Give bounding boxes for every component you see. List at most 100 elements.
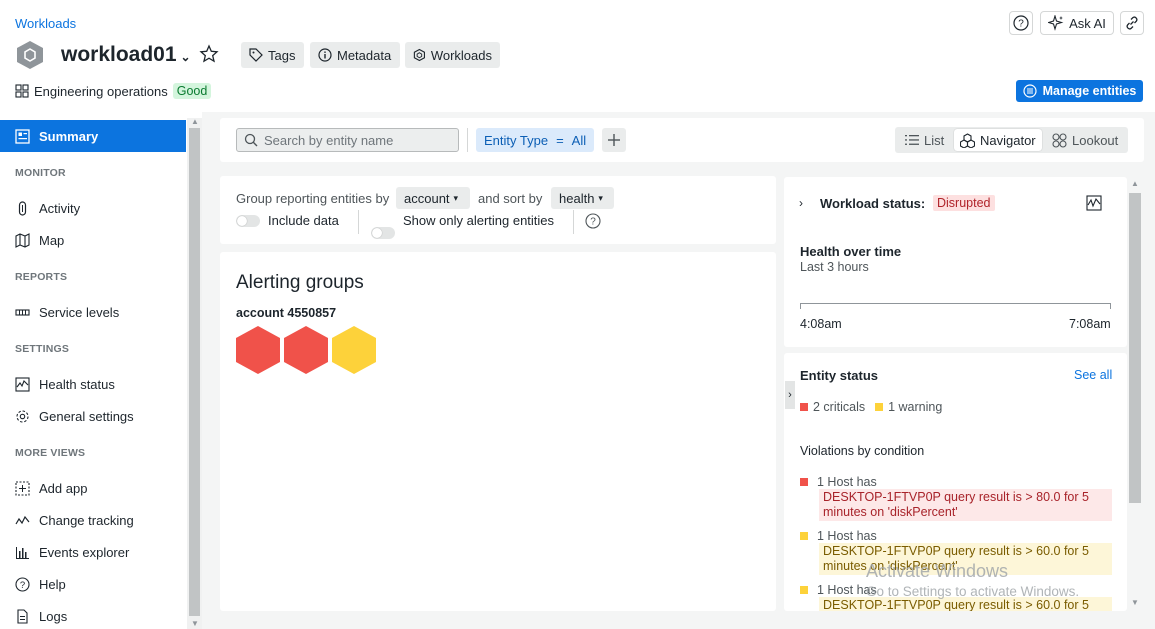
alerting-only-toggle[interactable] bbox=[371, 227, 395, 239]
view-list-button[interactable]: List bbox=[899, 129, 950, 151]
sidebar-label-summary: Summary bbox=[39, 128, 99, 144]
entity-hexagon-critical[interactable] bbox=[284, 326, 328, 374]
breadcrumb-workloads[interactable]: Workloads bbox=[15, 16, 76, 31]
warning-count: 1 warning bbox=[888, 400, 943, 414]
entity-hexagon-critical[interactable] bbox=[236, 326, 280, 374]
violation-message: DESKTOP-1FTVP0P query result is > 60.0 f… bbox=[819, 597, 1112, 611]
watermark-title: Activate Windows bbox=[866, 561, 1009, 581]
warning-swatch bbox=[800, 586, 808, 594]
view-navigator-button[interactable]: Navigator bbox=[954, 129, 1042, 151]
expand-chevron-icon[interactable]: › bbox=[799, 196, 803, 210]
gear-icon bbox=[16, 409, 29, 423]
help-button[interactable]: ? bbox=[1009, 11, 1033, 35]
account-group-label: account 4550857 bbox=[236, 306, 337, 320]
favorite-star-icon[interactable] bbox=[199, 44, 219, 64]
chevron-right-icon: › bbox=[788, 389, 792, 401]
workload-title[interactable]: workload01 ⌄ bbox=[61, 43, 191, 67]
service-levels-icon bbox=[15, 308, 30, 316]
workload-title-text: workload01 bbox=[61, 43, 177, 66]
sidebar-item-general-settings[interactable]: General settings bbox=[0, 400, 186, 432]
violations-title: Violations by condition bbox=[800, 444, 925, 458]
team-status-badge: Good bbox=[172, 83, 212, 99]
sidebar-item-service-levels[interactable]: Service levels bbox=[0, 296, 186, 328]
add-filter-button[interactable] bbox=[602, 128, 626, 152]
bar-chart-icon bbox=[16, 546, 29, 559]
see-all-link[interactable]: See all bbox=[1074, 368, 1112, 382]
health-period: Last 3 hours bbox=[800, 260, 869, 274]
sidebar-item-add-app[interactable]: Add app bbox=[0, 472, 186, 504]
manage-entities-button[interactable]: Manage entities bbox=[1016, 80, 1143, 102]
scroll-down-arrow-icon[interactable]: ▼ bbox=[191, 619, 199, 628]
warning-swatch bbox=[875, 403, 884, 411]
section-reports: REPORTS bbox=[15, 271, 68, 283]
team-indicator[interactable]: Engineering operations Good bbox=[15, 83, 212, 99]
violation-head: 1 Host has bbox=[817, 475, 877, 489]
hexagon-group bbox=[236, 326, 386, 374]
sidebar-label-service-levels: Service levels bbox=[39, 304, 120, 320]
alerting-only-label: Show only alerting entities bbox=[403, 213, 555, 228]
entity-type-value: All bbox=[571, 132, 587, 148]
sidebar-item-activity[interactable]: Activity bbox=[0, 192, 186, 224]
lookout-icon bbox=[1052, 132, 1067, 148]
grouping-help-icon[interactable]: ? bbox=[585, 213, 601, 229]
sidebar-item-summary[interactable]: Summary bbox=[0, 120, 186, 152]
sidebar-label-change-tracking: Change tracking bbox=[39, 512, 134, 528]
view-lookout-button[interactable]: Lookout bbox=[1046, 129, 1124, 151]
view-navigator-label: Navigator bbox=[980, 132, 1036, 148]
critical-swatch bbox=[800, 403, 808, 411]
sidebar-label-general-settings: General settings bbox=[39, 408, 134, 424]
violation-message: DESKTOP-1FTVP0P query result is > 80.0 f… bbox=[819, 489, 1112, 521]
sidebar-scrollbar-thumb[interactable] bbox=[189, 128, 200, 616]
view-list-label: List bbox=[924, 132, 945, 148]
workload-hex-icon bbox=[16, 40, 44, 70]
alerting-groups-title: Alerting groups bbox=[236, 272, 364, 293]
svg-text:?: ? bbox=[590, 217, 596, 228]
sidebar-item-events-explorer[interactable]: Events explorer bbox=[0, 536, 186, 568]
view-switcher: List Navigator Lookout bbox=[895, 127, 1128, 153]
copy-link-button[interactable] bbox=[1120, 11, 1144, 35]
include-data-toggle[interactable] bbox=[236, 215, 260, 227]
sidebar-item-help[interactable]: ? Help bbox=[0, 568, 186, 600]
sidebar: Summary MONITOR Activity Map REPORTS Ser… bbox=[0, 112, 202, 629]
violation-item[interactable]: 1 Host has DESKTOP-1FTVP0P query result … bbox=[800, 475, 1112, 521]
workload-status-badge: Disrupted bbox=[933, 195, 995, 211]
grid-icon bbox=[15, 84, 29, 98]
navigator-icon bbox=[960, 132, 975, 148]
entity-type-filter[interactable]: Entity Type = All bbox=[476, 128, 594, 152]
health-chart-icon bbox=[15, 376, 30, 392]
sidebar-label-help: Help bbox=[39, 576, 66, 592]
scroll-up-arrow-icon[interactable]: ▲ bbox=[1131, 179, 1139, 188]
timeline-end: 7:08am bbox=[1069, 317, 1111, 331]
sidebar-item-health-status[interactable]: Health status bbox=[0, 368, 186, 400]
health-chart-icon[interactable] bbox=[1086, 195, 1102, 211]
scroll-down-arrow-icon[interactable]: ▼ bbox=[1131, 598, 1139, 607]
workloads-button[interactable]: Workloads bbox=[405, 42, 500, 68]
logs-icon bbox=[17, 608, 28, 624]
entity-hexagon-warning[interactable] bbox=[332, 326, 376, 374]
scroll-up-arrow-icon[interactable]: ▲ bbox=[191, 117, 199, 126]
critical-swatch bbox=[800, 478, 808, 486]
dashboard-icon bbox=[15, 128, 30, 144]
include-data-label: Include data bbox=[268, 213, 339, 228]
search-input[interactable]: Search by entity name bbox=[236, 128, 459, 152]
collapse-panel-button[interactable]: › bbox=[785, 381, 795, 409]
entity-counts: 2 criticals 1 warning bbox=[800, 400, 942, 414]
sidebar-item-logs[interactable]: Logs bbox=[0, 600, 186, 629]
chevron-down-icon: ⌄ bbox=[180, 49, 191, 64]
group-by-value: account bbox=[404, 190, 450, 206]
ask-ai-button[interactable]: Ask AI bbox=[1040, 11, 1114, 35]
divider bbox=[573, 210, 574, 234]
tags-button[interactable]: Tags bbox=[241, 42, 304, 68]
group-by-select[interactable]: account ▾ bbox=[396, 187, 470, 209]
metadata-button[interactable]: Metadata bbox=[310, 42, 400, 68]
sort-by-select[interactable]: health ▾ bbox=[551, 187, 614, 209]
divider bbox=[467, 128, 468, 152]
sidebar-item-change-tracking[interactable]: Change tracking bbox=[0, 504, 186, 536]
tag-icon bbox=[249, 48, 263, 62]
chevron-down-icon: ▾ bbox=[453, 192, 459, 203]
right-panel-scrollbar-thumb[interactable] bbox=[1129, 193, 1141, 503]
workloads-label: Workloads bbox=[430, 47, 492, 63]
entity-type-label: Entity Type bbox=[484, 132, 549, 148]
sidebar-item-map[interactable]: Map bbox=[0, 224, 186, 256]
metadata-label: Metadata bbox=[337, 47, 392, 63]
